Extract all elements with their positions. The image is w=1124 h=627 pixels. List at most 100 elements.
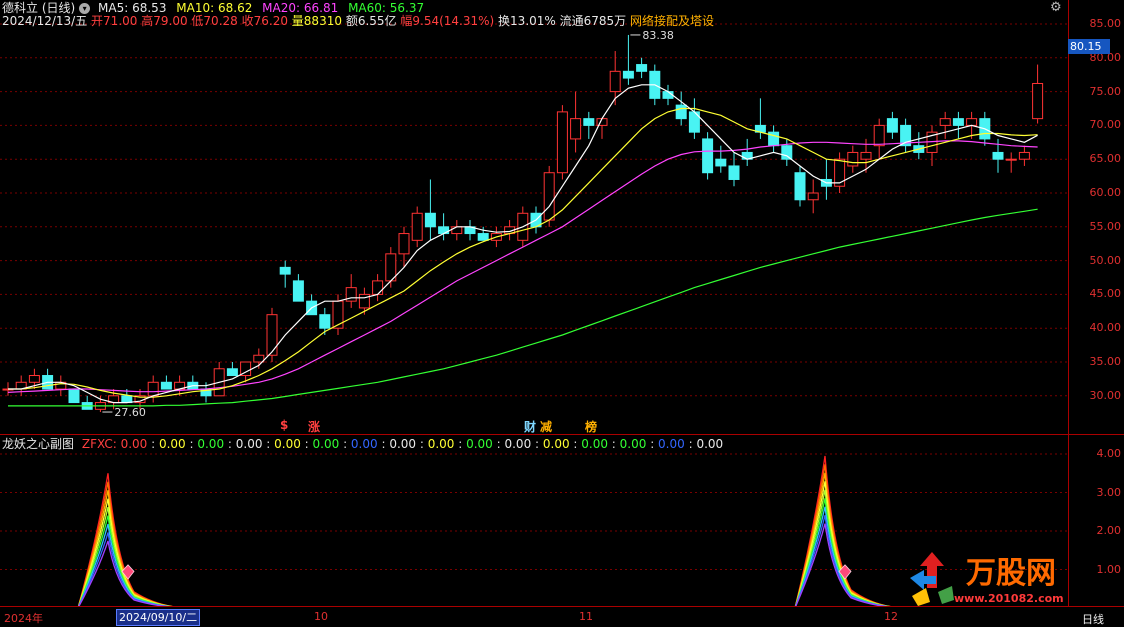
candle-body (1005, 158, 1017, 161)
ma20-line (7, 140, 1038, 393)
quote-turnover: 换13.01% (498, 14, 556, 28)
candle-body (583, 118, 595, 126)
marker-finance[interactable]: 财 (524, 418, 536, 435)
quote-amount: 额6.55亿 (345, 14, 397, 28)
date-month-12: 12 (884, 610, 898, 623)
settings-icon[interactable]: ⚙ (1050, 0, 1062, 15)
indicator-value: 0.00 (197, 437, 225, 451)
candle-body (398, 233, 410, 255)
price-axis-tick: 65.00 (1089, 152, 1122, 166)
candle-body (226, 368, 238, 377)
candle-body (952, 118, 964, 126)
indicator-value: 0.00 (581, 437, 608, 451)
indicator-spike-line (77, 490, 173, 606)
indicator-value: 0.00 (466, 437, 493, 451)
candle-body (992, 151, 1004, 160)
price-axis-tick: 85.00 (1089, 17, 1122, 30)
marker-rise[interactable]: 涨 (308, 418, 320, 435)
candle-body (702, 138, 714, 174)
selected-date[interactable]: 2024/09/10/二 (116, 609, 201, 626)
indicator-value: 0.00 (312, 437, 340, 451)
indicator-spike-line (77, 481, 173, 606)
candle-body (675, 104, 687, 120)
price-axis-tick: 50.00 (1089, 253, 1122, 267)
indicator-spike-line (794, 464, 891, 606)
quote-close: 收76.20 (241, 14, 288, 28)
candle-body (636, 64, 648, 72)
price-axis-tick: 30.00 (1089, 388, 1122, 402)
candle-body (451, 226, 463, 235)
date-year: 2024年 (4, 612, 43, 625)
candle-body (622, 70, 634, 79)
quote-volume: 量88310 (291, 14, 342, 28)
quote-date: 2024/12/13/五 (2, 14, 88, 28)
price-axis-tick: 70.00 (1089, 118, 1122, 132)
candle-body (609, 70, 621, 93)
candle-body (292, 280, 304, 302)
candle-body (847, 151, 859, 167)
concept-tag[interactable]: 网络接配及塔设 (630, 14, 714, 28)
quote-open: 开71.00 (91, 14, 138, 28)
marker-reduce[interactable]: 减 (540, 418, 552, 435)
candle-body (886, 118, 898, 133)
candle-body (728, 165, 740, 180)
candle-body (781, 145, 793, 160)
indicator-value: 0.00 (350, 437, 378, 451)
marker-dollar[interactable]: $ (280, 418, 288, 432)
quote-low: 低70.28 (191, 14, 238, 28)
kline-chart[interactable]: 83.38 27.60 (0, 0, 1068, 434)
indicator-value: 0.00 (427, 437, 455, 451)
price-axis-tick: 60.00 (1089, 186, 1122, 199)
price-axis-tick: 75.00 (1089, 84, 1122, 98)
indicator-value: 0.00 (120, 437, 148, 451)
price-axis-tick: 45.00 (1089, 287, 1122, 301)
candle-body (438, 226, 450, 235)
indicator-axis-tick: 3.00 (1096, 485, 1122, 499)
date-month-11: 11 (579, 610, 593, 623)
ma10-line (8, 107, 1038, 398)
quote-info-bar: 2024/12/13/五 开71.00 高79.00 低70.28 收76.20… (2, 13, 714, 29)
candle-body (873, 124, 885, 147)
candle-body (966, 118, 978, 126)
candle-body (121, 395, 133, 404)
indicator-value: 0.00 (389, 437, 417, 451)
marker-list[interactable]: 榜 (585, 418, 597, 435)
indicator-title[interactable]: 龙妖之心副图 (2, 437, 74, 451)
candle-body (570, 118, 582, 140)
indicator-value: 0.00 (504, 437, 532, 451)
price-axis[interactable]: 85.00 80.00 75.00 70.00 65.00 60.00 55.00 50.00… (1068, 0, 1124, 606)
candle-body (411, 212, 423, 241)
indicator-axis-tick: 1.00 (1096, 562, 1122, 576)
quote-high: 高79.00 (141, 14, 188, 28)
candle-body (28, 375, 40, 383)
date-month-10: 10 (314, 610, 328, 623)
candle-body (424, 212, 436, 228)
indicator-value: 0.00 (274, 437, 301, 451)
candle-body (1032, 82, 1044, 120)
candle-body (715, 158, 727, 167)
price-axis-tick: 55.00 (1089, 219, 1122, 233)
indicator-value: 0.00 (619, 437, 647, 451)
price-axis-tick: 35.00 (1089, 355, 1122, 368)
candle-body (319, 314, 331, 329)
quote-change: 幅9.54(14.31%) (400, 14, 495, 28)
candle-body (794, 172, 806, 201)
candle-body (147, 381, 159, 397)
brand-logo: 万股网 www.201082.com (902, 548, 1092, 614)
candle-body (543, 172, 555, 221)
indicator-info-bar: 龙妖之心副图 ZFXC: 0.00 : 0.00 : 0.00 : 0.00 :… (2, 437, 724, 451)
low-label: 27.60 (114, 406, 145, 419)
price-axis-tick: 40.00 (1089, 321, 1122, 335)
indicator-axis-tick: 2.00 (1096, 524, 1122, 537)
candle-body (556, 111, 568, 174)
indicator-value: 0.00 (658, 437, 685, 451)
indicator-axis-tick: 4.00 (1096, 447, 1122, 460)
candle-body (939, 118, 951, 126)
indicator-spike-line (77, 473, 174, 606)
high-label: 83.38 (642, 29, 674, 42)
indicator-name: ZFXC: (81, 437, 117, 451)
candle-body (860, 151, 872, 160)
indicator-value: 0.00 (542, 437, 570, 451)
candle-body (1018, 151, 1030, 160)
arrow-logo-icon (910, 552, 954, 606)
